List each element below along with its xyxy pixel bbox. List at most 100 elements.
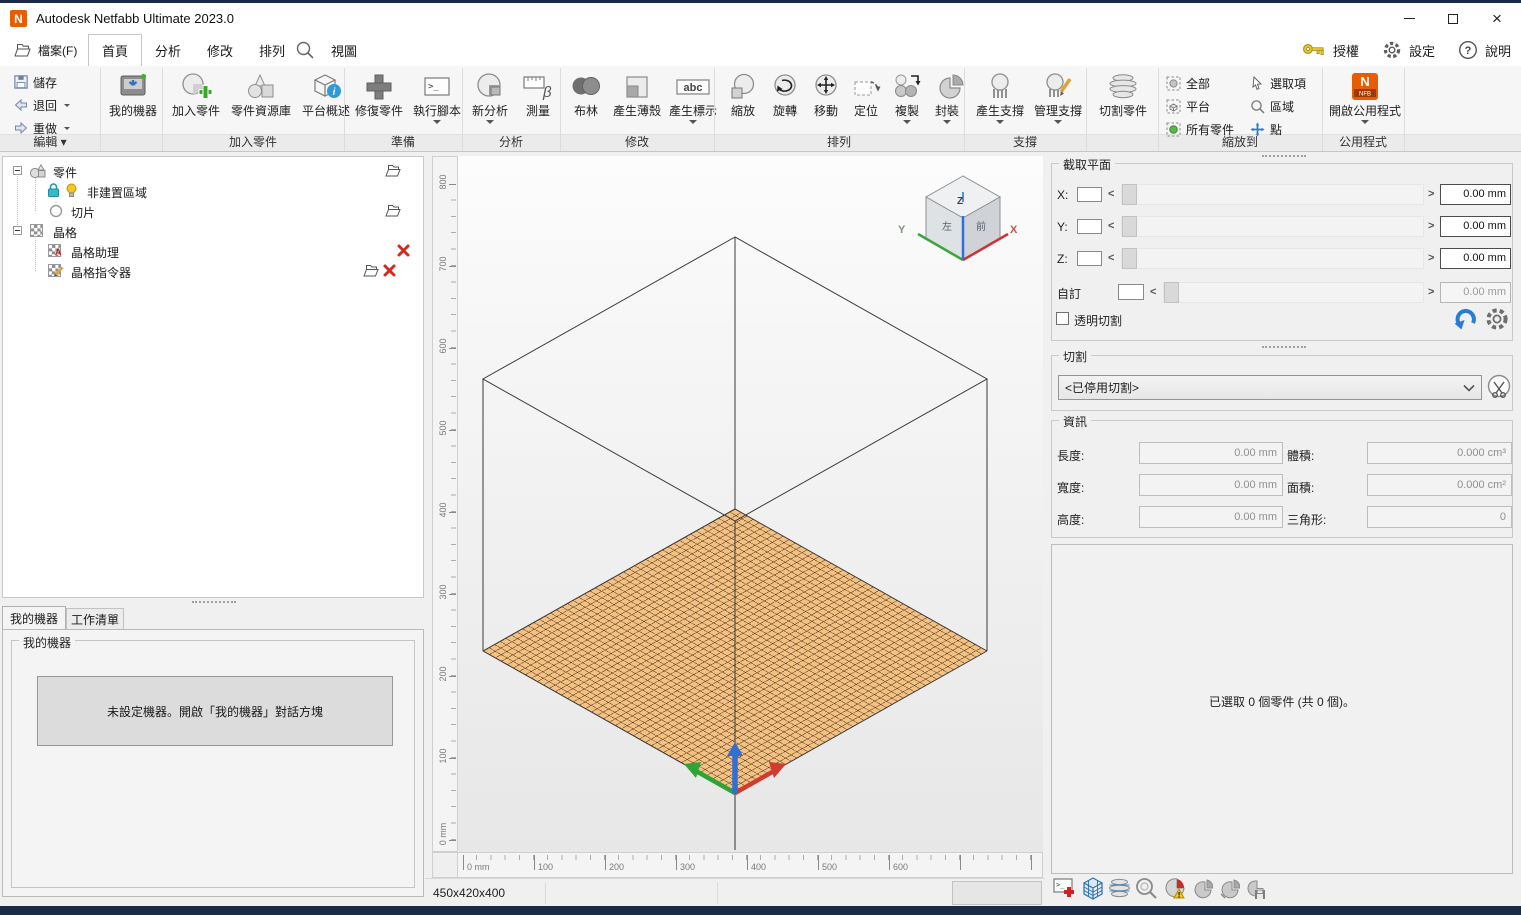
tree-item-lattice-commander[interactable]: 晶格指令器 xyxy=(3,261,423,281)
search-icon[interactable] xyxy=(295,40,315,60)
tab-home[interactable]: 首頁 xyxy=(88,34,142,66)
extruded-part-icon[interactable] xyxy=(1215,876,1240,901)
close-button[interactable]: × xyxy=(1475,3,1519,34)
boolean-button[interactable]: 布林 xyxy=(564,68,608,132)
tree-item-no-build-zone[interactable]: 非建置區域 xyxy=(3,181,423,201)
part-library-button[interactable]: 零件資源庫 xyxy=(228,68,294,132)
orient-button[interactable]: 定位 xyxy=(846,68,886,132)
slice-stack-icon[interactable] xyxy=(1107,876,1132,901)
zoom-region-button[interactable]: 區域 xyxy=(1250,96,1294,116)
create-shell-button[interactable]: 產生薄殼 xyxy=(608,68,666,132)
scale-button[interactable]: 縮放 xyxy=(722,68,764,132)
manage-support-button[interactable]: 管理支撐 xyxy=(1030,68,1086,132)
add-part-button[interactable]: 加入零件 xyxy=(166,68,226,132)
tab-analysis[interactable]: 分析 xyxy=(142,34,194,66)
viewport-3d[interactable]: 左 前 Z Y X xyxy=(458,156,1043,852)
part-disk-icon[interactable] xyxy=(1242,876,1267,901)
bulb-icon[interactable] xyxy=(65,183,78,198)
create-label-button[interactable]: abc 產生標示 xyxy=(668,68,718,132)
ruler-label: 200 xyxy=(438,659,448,689)
clip-z-checkbox[interactable] xyxy=(1077,251,1102,266)
repair-part-button[interactable]: 修復零件 xyxy=(350,68,408,132)
nav-cube-face-front[interactable]: 前 xyxy=(976,218,986,233)
nav-cube-face-left[interactable]: 左 xyxy=(942,218,952,233)
group-label-edit[interactable]: 編輯 ▾ xyxy=(0,135,100,151)
part-warning-icon[interactable] xyxy=(1161,876,1186,901)
clip-x-checkbox[interactable] xyxy=(1077,187,1102,202)
open-folder-icon[interactable] xyxy=(385,164,401,177)
transparent-cut-checkbox[interactable] xyxy=(1056,312,1069,325)
clip-y-checkbox[interactable] xyxy=(1077,219,1102,234)
platform-overview-button[interactable]: i 平台概述 xyxy=(296,68,356,132)
lock-icon[interactable] xyxy=(47,183,60,198)
collapse-icon[interactable] xyxy=(13,226,22,235)
magnifier-icon[interactable] xyxy=(1134,876,1159,901)
zoom-selection-button[interactable]: 選取項 xyxy=(1250,73,1306,93)
delete-x-icon[interactable] xyxy=(397,244,410,257)
zoom-platform-button[interactable]: 平台 xyxy=(1166,96,1210,116)
delete-x-icon[interactable] xyxy=(383,264,396,277)
tab-modify[interactable]: 修改 xyxy=(194,34,246,66)
minimize-button[interactable] xyxy=(1387,3,1431,34)
clip-z-value[interactable]: 0.00 mm xyxy=(1440,248,1511,269)
pack-button[interactable]: 封裝 xyxy=(928,68,966,132)
tree-item-slices[interactable]: 切片 xyxy=(3,201,423,221)
run-script-button[interactable]: >_ 執行腳本 xyxy=(410,68,464,132)
transparent-cut-label[interactable]: 透明切割 xyxy=(1074,312,1122,329)
clip-y-slider-right[interactable]: > xyxy=(1428,216,1434,237)
tree-item-lattice-assistant[interactable]: A 晶格助理 xyxy=(3,241,423,261)
splitter-handle[interactable] xyxy=(1262,155,1306,157)
new-analysis-button[interactable]: 新分析 xyxy=(466,68,514,132)
clip-x-slider[interactable] xyxy=(1121,184,1424,205)
open-utility-button[interactable]: NNFB 開啟公用程式 xyxy=(1326,68,1404,132)
clip-z-slider-left[interactable]: < xyxy=(1108,248,1114,269)
clip-x-value[interactable]: 0.00 mm xyxy=(1440,184,1511,205)
undo-button[interactable]: 退回 xyxy=(14,95,70,115)
splitter-handle[interactable] xyxy=(1262,346,1306,348)
clip-custom-slider[interactable] xyxy=(1163,282,1424,303)
tree-item-lattice[interactable]: 晶格 xyxy=(3,221,423,241)
clip-custom-slider-right[interactable]: > xyxy=(1428,282,1434,303)
collapse-icon[interactable] xyxy=(13,166,22,175)
tree-item-parts[interactable]: 零件 xyxy=(3,161,423,181)
rotate-button[interactable]: 旋轉 xyxy=(764,68,806,132)
tab-view[interactable]: 視圖 xyxy=(318,34,370,66)
cut-scissors-icon[interactable] xyxy=(1486,373,1514,401)
measure-button[interactable]: β 測量 xyxy=(518,68,558,132)
file-menu-button[interactable]: 檔案(F) xyxy=(8,37,83,63)
zoom-all-button[interactable]: 全部 xyxy=(1166,73,1210,93)
tab-arrange[interactable]: 排列 xyxy=(246,34,298,66)
open-folder-icon[interactable] xyxy=(385,204,401,217)
rotated-part-icon[interactable] xyxy=(1188,876,1213,901)
clip-x-slider-right[interactable]: > xyxy=(1428,184,1434,205)
clip-custom-checkbox[interactable] xyxy=(1118,284,1144,300)
cutting-title: 切割 xyxy=(1059,348,1091,365)
cut-parts-button[interactable]: 切割零件 xyxy=(1092,68,1154,132)
tab-worklist[interactable]: 工作清單 xyxy=(66,608,124,630)
help-button[interactable]: 說明 xyxy=(1485,41,1511,60)
settings-button[interactable]: 設定 xyxy=(1409,41,1435,60)
clip-y-slider-left[interactable]: < xyxy=(1108,216,1114,237)
tab-my-machine[interactable]: 我的機器 xyxy=(2,606,66,630)
clip-z-slider[interactable] xyxy=(1121,248,1424,269)
view-settings-gear-icon[interactable] xyxy=(1484,306,1510,332)
reset-view-undo-icon[interactable] xyxy=(1452,306,1478,332)
clip-custom-slider-left[interactable]: < xyxy=(1150,282,1156,303)
lattice-grid-icon[interactable] xyxy=(1080,876,1105,901)
clip-y-slider[interactable] xyxy=(1121,216,1424,237)
maximize-button[interactable] xyxy=(1431,3,1475,34)
license-button[interactable]: 授權 xyxy=(1333,41,1359,60)
clip-y-value[interactable]: 0.00 mm xyxy=(1440,216,1511,237)
open-folder-icon[interactable] xyxy=(363,264,379,277)
no-machine-button[interactable]: 未設定機器。開啟「我的機器」對話方塊 xyxy=(37,676,393,746)
create-support-button[interactable]: 產生支撐 xyxy=(970,68,1030,132)
cutting-dropdown[interactable]: <已停用切割> xyxy=(1058,375,1482,400)
move-button[interactable]: 移動 xyxy=(806,68,846,132)
clip-x-slider-left[interactable]: < xyxy=(1108,184,1114,205)
duplicate-button[interactable]: 複製 xyxy=(886,68,928,132)
console-add-icon[interactable]: >_ xyxy=(1053,876,1078,901)
my-machine-button[interactable]: 我的機器 xyxy=(104,68,162,132)
clip-z-slider-right[interactable]: > xyxy=(1428,248,1434,269)
save-button[interactable]: 儲存 xyxy=(14,72,57,92)
splitter-handle[interactable] xyxy=(192,601,236,603)
